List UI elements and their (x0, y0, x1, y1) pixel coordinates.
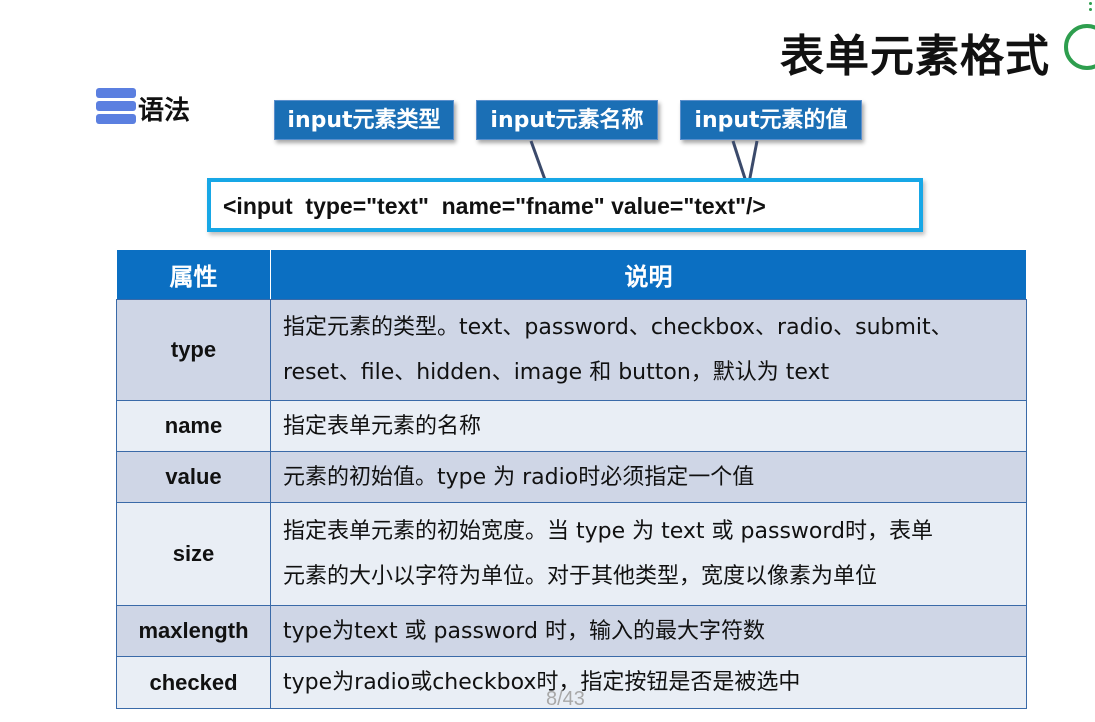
attribute-cell: maxlength (116, 605, 271, 657)
slide-title: 表单元素格式 (780, 31, 1050, 82)
attribute-cell: value (116, 451, 271, 503)
table-row: type 指定元素的类型。text、password、checkbox、radi… (116, 299, 1027, 401)
description-line: type为radio或checkbox时，指定按钮是否是被选中 (283, 670, 801, 695)
description-cell: 指定表单元素的名称 (270, 400, 1027, 452)
description-cell: 元素的初始值。type 为 radio时必须指定一个值 (270, 451, 1027, 503)
table-row: maxlength type为text 或 password 时，输入的最大字符… (116, 605, 1027, 657)
header-description: 说明 (270, 249, 1027, 300)
callout-input-name: input元素名称 (476, 100, 658, 140)
header-attribute: 属性 (116, 249, 271, 300)
description-cell: 指定元素的类型。text、password、checkbox、radio、sub… (270, 299, 1027, 401)
attribute-cell: checked (116, 656, 271, 709)
decoration-dots (1089, 2, 1092, 14)
attribute-cell: name (116, 400, 271, 452)
page-number: 8/43 (546, 688, 585, 710)
attribute-cell: type (116, 299, 271, 401)
stacked-bars-icon (96, 88, 136, 124)
description-line: reset、file、hidden、image 和 button，默认为 tex… (283, 360, 830, 385)
description-cell: 指定表单元素的初始宽度。当 type 为 text 或 password时，表单… (270, 502, 1027, 606)
callout-input-type: input元素类型 (274, 100, 454, 140)
table-row: size 指定表单元素的初始宽度。当 type 为 text 或 passwor… (116, 502, 1027, 606)
code-box: <input type="text" name="fname" value="t… (207, 178, 923, 232)
description-line: type为text 或 password 时，输入的最大字符数 (283, 618, 765, 644)
table-row: value 元素的初始值。type 为 radio时必须指定一个值 (116, 451, 1027, 503)
attribute-table: 属性 说明 type 指定元素的类型。text、password、checkbo… (116, 249, 1027, 709)
callout-input-value: input元素的值 (680, 100, 862, 140)
syntax-label: 语法 (138, 96, 191, 126)
description-cell: type为radio或checkbox时，指定按钮是否是被选中 (270, 656, 1027, 709)
description-line: 指定表单元素的名称 (283, 413, 482, 439)
table-row: name 指定表单元素的名称 (116, 400, 1027, 452)
code-syntax: <input type="text" name="fname" value="t… (223, 193, 766, 219)
description-line: 指定元素的类型。text、password、checkbox、radio、sub… (283, 315, 953, 340)
description-line: 元素的初始值。type 为 radio时必须指定一个值 (283, 464, 755, 490)
description-line: 指定表单元素的初始宽度。当 type 为 text 或 password时，表单 (283, 519, 933, 544)
attribute-cell: size (116, 502, 271, 606)
table-header-row: 属性 说明 (116, 249, 1027, 300)
description-line: 元素的大小以字符为单位。对于其他类型，宽度以像素为单位 (283, 564, 878, 589)
green-ring-icon (1064, 24, 1095, 70)
description-cell: type为text 或 password 时，输入的最大字符数 (270, 605, 1027, 657)
